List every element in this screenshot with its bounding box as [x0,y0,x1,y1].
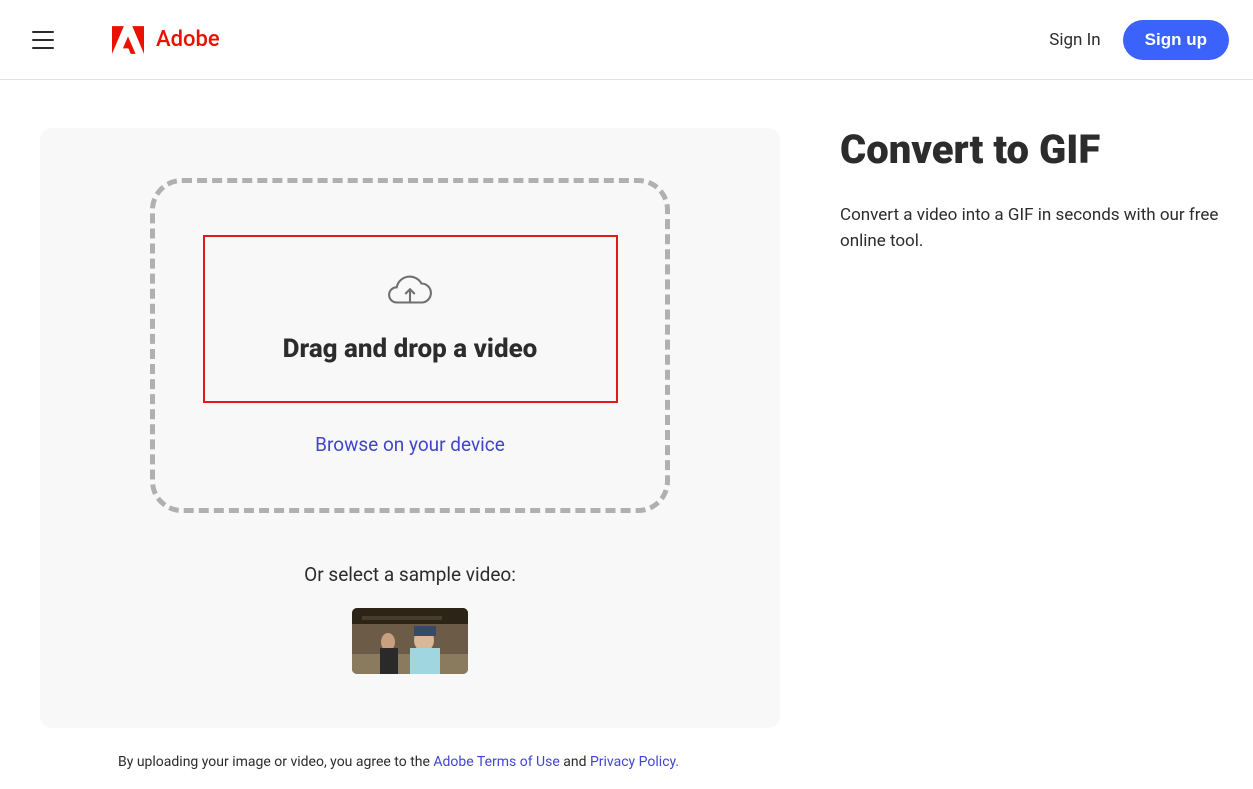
legal-mid: and [560,754,590,770]
page-description: Convert a video into a GIF in seconds wi… [840,202,1220,255]
drop-text: Drag and drop a video [283,334,538,364]
sample-prompt: Or select a sample video: [304,563,516,586]
sign-in-link[interactable]: Sign In [1049,30,1100,50]
upload-panel: Drag and drop a video Browse on your dev… [40,128,780,728]
browse-device-link[interactable]: Browse on your device [315,433,505,456]
upload-cloud-icon [387,274,433,312]
legal-prefix: By uploading your image or video, you ag… [118,754,433,770]
brand[interactable]: Adobe [112,26,220,54]
page-title: Convert to GIF [840,128,1220,172]
info-panel: Convert to GIF Convert a video into a GI… [840,128,1220,728]
legal-note: By uploading your image or video, you ag… [118,754,1253,770]
sample-video-thumbnail[interactable] [352,608,468,674]
sample-section: Or select a sample video: [304,563,516,674]
privacy-link[interactable]: Privacy Policy. [590,754,679,770]
drop-zone[interactable]: Drag and drop a video Browse on your dev… [150,178,670,513]
header-right: Sign In Sign up [1049,20,1229,60]
header: Adobe Sign In Sign up [0,0,1253,80]
drop-highlight-box: Drag and drop a video [203,235,618,403]
menu-icon[interactable] [32,31,54,49]
sign-up-button[interactable]: Sign up [1123,20,1229,60]
terms-link[interactable]: Adobe Terms of Use [433,754,559,770]
adobe-logo-icon [112,26,144,54]
brand-name: Adobe [156,27,220,52]
content: Drag and drop a video Browse on your dev… [0,80,1253,728]
header-left: Adobe [24,26,220,54]
